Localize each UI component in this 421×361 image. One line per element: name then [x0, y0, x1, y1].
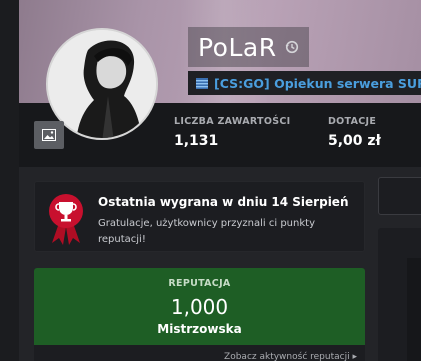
chevron-right-icon: ▸ — [352, 352, 357, 361]
reputation-banner: REPUTACJA 1,000 Mistrzowska — [34, 268, 365, 345]
reputation-label: REPUTACJA — [168, 278, 231, 289]
reputation-activity-link[interactable]: Zobacz aktywność reputacji ▸ — [224, 352, 357, 361]
stat-donations: DOTACJE 5,00 zł — [328, 116, 381, 149]
stat-value: 1,131 — [174, 133, 219, 149]
avatar-figure-icon — [48, 30, 156, 138]
stat-label: DOTACJE — [328, 116, 377, 127]
right-column-inner-block — [407, 258, 421, 361]
reputation-card: REPUTACJA 1,000 Mistrzowska Zobacz aktyw… — [34, 268, 365, 361]
history-icon[interactable] — [285, 40, 299, 54]
flag-icon — [196, 77, 208, 89]
username-box: PoLaR — [188, 27, 309, 67]
stat-value: 5,00 zł — [328, 133, 381, 149]
profile-page: PoLaR [CS:GO] Opiekun serwera SURF LICZB… — [0, 0, 421, 361]
award-card: Ostatnia wygrana w dniu 14 Sierpień Grat… — [34, 181, 365, 252]
award-title: Ostatnia wygrana w dniu 14 Sierpień — [98, 195, 349, 209]
reputation-title: Mistrzowska — [157, 322, 242, 336]
username: PoLaR — [198, 32, 277, 62]
rank-label: [CS:GO] Opiekun serwera SURF — [214, 75, 421, 91]
trophy-ribbon-icon — [49, 194, 83, 245]
award-description: Gratulacje, użytkownicy przyznali ci pun… — [98, 218, 315, 245]
right-column-tab[interactable] — [378, 177, 421, 215]
stat-content-count[interactable]: LICZBA ZAWARTOŚCI 1,131 — [174, 116, 290, 149]
user-rank: [CS:GO] Opiekun serwera SURF — [188, 71, 421, 95]
left-sidebar-edge — [0, 0, 19, 361]
image-icon — [42, 129, 56, 141]
reputation-value: 1,000 — [170, 295, 229, 319]
stat-label: LICZBA ZAWARTOŚCI — [174, 116, 291, 127]
reputation-link-text: Zobacz aktywność reputacji — [224, 352, 350, 361]
change-cover-photo-button[interactable] — [34, 121, 64, 149]
